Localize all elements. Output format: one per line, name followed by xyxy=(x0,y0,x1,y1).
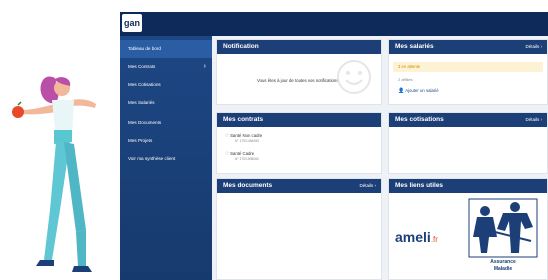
gan-logo[interactable]: gan xyxy=(122,14,142,32)
assurance-maladie-logo[interactable]: Assurance Maladie xyxy=(467,197,539,275)
card-title: Mes salariés Détails › xyxy=(389,40,547,54)
sidebar-item-tableau-de-bord[interactable]: Tableau de bord xyxy=(120,40,212,58)
documents-details-link[interactable]: Détails › xyxy=(359,179,376,193)
pending-badge: 3 en attente xyxy=(393,62,543,72)
add-salarie-button[interactable]: 👤 Ajouter un salarié xyxy=(398,88,439,94)
sidebar-item-salaries[interactable]: Mes Salariés xyxy=(120,94,212,112)
ameli-text: ameli xyxy=(395,229,431,245)
heart-icon: ♡ xyxy=(225,151,229,156)
sidebar-item-contrats[interactable]: Mes Contrats › xyxy=(120,58,212,76)
card-title-label: Mes cotisations xyxy=(395,116,444,123)
sidebar-item-cotisations[interactable]: Mes Cotisations xyxy=(120,76,212,94)
card-title: Mes cotisations Détails › xyxy=(389,113,547,127)
card-title: Mes documents Détails › xyxy=(217,179,381,193)
chevron-right-icon: › xyxy=(203,63,206,70)
sidebar-item-label: Voir ma synthèse client xyxy=(128,156,176,161)
heart-icon: ♡ xyxy=(225,133,229,138)
sidebar-item-label: Mes Contrats xyxy=(128,64,156,69)
salaries-details-link[interactable]: Détails › xyxy=(525,40,542,54)
assurance-maladie-emblem xyxy=(468,198,538,258)
affiliated-count: 2 affiliés xyxy=(398,77,413,82)
sidebar-item-projets[interactable]: Mes Projets xyxy=(120,132,212,150)
card-title: Mes liens utiles xyxy=(389,179,547,193)
add-salarie-label: Ajouter un salarié xyxy=(405,88,439,93)
card-title-label: Mes salariés xyxy=(395,43,434,50)
contract-name: Santé Non cadre xyxy=(230,133,263,138)
sidebar: Tableau de bord Mes Contrats › Mes Cotisa… xyxy=(120,36,212,280)
sidebar-item-label: Tableau de bord xyxy=(128,46,161,51)
card-title: Mes contrats xyxy=(217,113,381,127)
liens-utiles-card: Mes liens utiles ameli.fr Assurance Mala… xyxy=(388,178,548,280)
contract-ref: N° 170/1508060 xyxy=(235,157,259,161)
contract-ref: N° 170/1454060 xyxy=(235,139,259,143)
notification-message: Vous êtes à jour de toutes vos notificat… xyxy=(257,78,340,83)
sidebar-item-label: Mes Documents xyxy=(128,120,162,125)
maladie-text: Maladie xyxy=(493,266,513,272)
sidebar-item-documents[interactable]: Mes Documents xyxy=(120,114,212,132)
contract-item[interactable]: ♡ Santé Non cadre N° 170/1454060 xyxy=(225,133,262,143)
sidebar-item-synthese-client[interactable]: Voir ma synthèse client xyxy=(120,150,212,168)
sidebar-item-label: Mes Cotisations xyxy=(128,82,161,87)
assurance-text: Assurance xyxy=(490,259,516,265)
documents-card: Mes documents Détails › xyxy=(216,178,382,280)
card-title-label: Mes documents xyxy=(223,182,273,189)
contrats-card: Mes contrats ♡ Santé Non cadre N° 170/14… xyxy=(216,112,382,174)
dashboard-main: Notification Vous êtes à jour de toutes … xyxy=(212,36,548,280)
ameli-link[interactable]: ameli.fr xyxy=(395,229,438,245)
cotisations-details-link[interactable]: Détails › xyxy=(525,113,542,127)
contract-item[interactable]: ♡ Santé Cadre N° 170/1508060 xyxy=(225,151,259,161)
user-plus-icon: 👤 xyxy=(398,88,405,94)
top-bar xyxy=(120,12,548,36)
notification-card: Notification Vous êtes à jour de toutes … xyxy=(216,39,382,105)
smiley-icon xyxy=(337,60,371,94)
card-title: Notification xyxy=(217,40,381,54)
cotisations-card: Mes cotisations Détails › xyxy=(388,112,548,174)
contract-name: Santé Cadre xyxy=(230,151,255,156)
sidebar-item-label: Mes Projets xyxy=(128,138,153,143)
ameli-suffix: .fr xyxy=(430,235,438,244)
sidebar-item-label: Mes Salariés xyxy=(128,100,155,105)
woman-illustration xyxy=(12,76,96,272)
salaries-card: Mes salariés Détails › 3 en attente 2 aff… xyxy=(388,39,548,105)
